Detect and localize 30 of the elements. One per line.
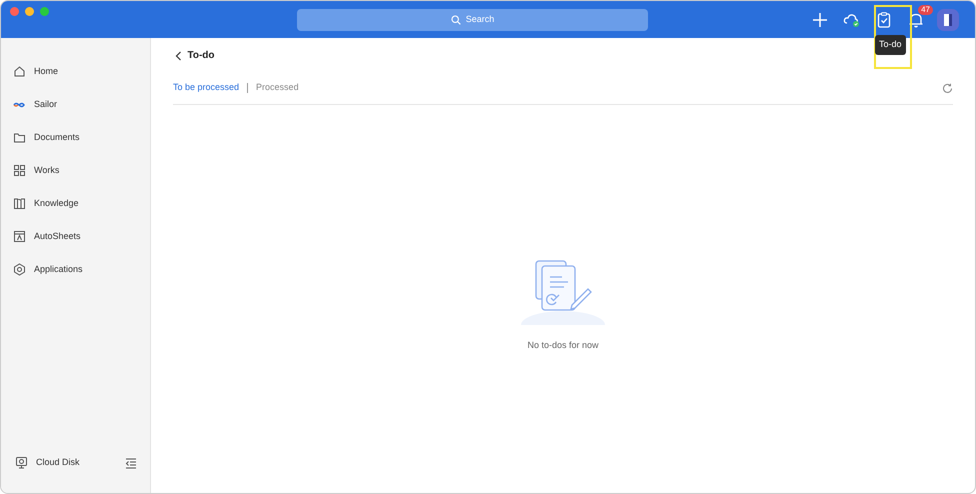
back-button[interactable] bbox=[173, 50, 183, 62]
tooltip: To-do bbox=[875, 35, 906, 54]
back-icon bbox=[174, 50, 182, 60]
hexagon-icon bbox=[13, 263, 26, 276]
empty-state-text: No to-dos for now bbox=[527, 339, 599, 352]
home-icon bbox=[13, 65, 26, 78]
sidebar-item[interactable]: Works bbox=[1, 154, 150, 187]
search-icon bbox=[450, 15, 461, 25]
collapse-icon bbox=[125, 456, 137, 468]
sidebar-item[interactable]: Applications bbox=[1, 253, 150, 286]
sheet-icon bbox=[13, 230, 26, 243]
grid-icon bbox=[13, 164, 26, 177]
avatar-button[interactable] bbox=[935, 6, 961, 32]
sidebar-item[interactable]: Knowledge bbox=[1, 187, 150, 220]
cloud-disk-button[interactable]: Cloud Disk bbox=[15, 446, 80, 479]
collapse-sidebar-button[interactable] bbox=[124, 456, 138, 470]
notification-badge: 47 bbox=[918, 4, 933, 16]
refresh-icon bbox=[942, 82, 952, 94]
sidebar-item[interactable]: Sailor bbox=[1, 88, 150, 121]
monitor-icon bbox=[15, 456, 28, 469]
avatar-icon bbox=[936, 8, 960, 32]
tab[interactable]: To be processed bbox=[173, 81, 240, 95]
sidebar-item[interactable]: Documents bbox=[1, 121, 150, 154]
sidebar-item[interactable]: AutoSheets bbox=[1, 220, 150, 253]
page-title: To-do bbox=[188, 49, 215, 63]
tab[interactable]: Processed bbox=[256, 81, 299, 95]
book-icon bbox=[13, 197, 26, 210]
sidebar-item[interactable]: Home bbox=[1, 55, 150, 88]
folder-icon bbox=[13, 131, 26, 144]
refresh-button[interactable] bbox=[941, 82, 953, 94]
